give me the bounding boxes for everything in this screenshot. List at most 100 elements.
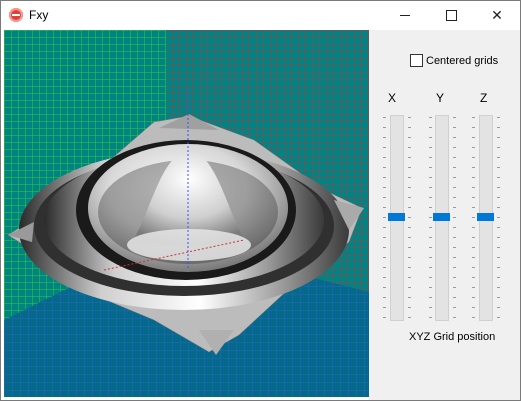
centered-grids-label: Centered grids [426,54,499,67]
slider-tick [453,187,456,188]
slider-tick [453,307,456,308]
y-slider-ticks-right [453,115,456,321]
slider-tick [408,187,411,188]
slider-tick [472,117,475,118]
slider-tick [453,237,456,238]
slider-tick [383,137,386,138]
slider-tick [383,297,386,298]
slider-tick [383,267,386,268]
slider-tick [429,247,432,248]
x-slider[interactable] [388,115,405,321]
slider-tick [497,157,500,158]
slider-tick [408,267,411,268]
slider-tick [497,287,500,288]
slider-tick [408,277,411,278]
slider-tick [472,247,475,248]
slider-tick [497,117,500,118]
slider-tick [408,127,411,128]
slider-tick [453,267,456,268]
z-slider-label: Z [480,91,488,105]
slider-tick [497,297,500,298]
slider-tick [429,187,432,188]
slider-tick [383,317,386,318]
centered-grids-checkbox[interactable] [410,54,423,67]
slider-tick [453,217,456,218]
slider-tick [429,267,432,268]
slider-tick [383,287,386,288]
close-icon: ✕ [491,7,503,24]
slider-tick [453,127,456,128]
slider-tick [497,167,500,168]
x-slider-thumb[interactable] [388,213,405,221]
slider-tick [383,247,386,248]
slider-tick [453,197,456,198]
slider-tick [408,297,411,298]
slider-tick [429,197,432,198]
slider-tick [453,157,456,158]
slider-tick [383,307,386,308]
slider-tick [472,217,475,218]
slider-tick [383,207,386,208]
slider-tick [497,207,500,208]
maximize-button[interactable] [428,1,474,30]
z-slider-thumb[interactable] [477,213,494,221]
slider-tick [408,147,411,148]
slider-tick [472,317,475,318]
slider-tick [383,187,386,188]
slider-tick [497,227,500,228]
slider-tick [472,237,475,238]
title-bar[interactable]: Fxy ✕ [1,1,520,30]
plot-viewport[interactable] [4,30,369,397]
slider-tick [408,157,411,158]
y-slider[interactable] [433,115,450,321]
slider-tick [408,197,411,198]
close-button[interactable]: ✕ [474,1,520,30]
slider-tick [472,197,475,198]
slider-tick [497,137,500,138]
slider-tick [429,307,432,308]
slider-tick [429,257,432,258]
slider-tick [408,137,411,138]
z-slider-ticks-right [497,115,500,321]
slider-tick [383,157,386,158]
slider-tick [472,187,475,188]
slider-tick [383,277,386,278]
slider-tick [497,307,500,308]
x-slider-ticks [383,115,386,321]
slider-tick [497,217,500,218]
slider-tick [429,237,432,238]
slider-tick [497,257,500,258]
slider-tick [429,217,432,218]
slider-tick [408,247,411,248]
slider-tick [383,217,386,218]
slider-tick [472,177,475,178]
slider-tick [453,137,456,138]
slider-tick [453,147,456,148]
slider-tick [429,167,432,168]
slider-tick [497,317,500,318]
minimize-button[interactable] [382,1,428,30]
centered-grids-checkbox-row[interactable]: Centered grids [410,54,498,67]
slider-tick [472,277,475,278]
slider-tick [383,177,386,178]
slider-tick [472,287,475,288]
slider-tick [497,277,500,278]
y-slider-thumb[interactable] [433,213,450,221]
y-slider-ticks [429,115,432,321]
slider-tick [408,207,411,208]
slider-tick [429,227,432,228]
slider-tick [429,207,432,208]
control-panel: Centered grids X Y Z XYZ Grid position [369,30,520,400]
z-slider[interactable] [477,115,494,321]
slider-tick [383,167,386,168]
slider-tick [472,167,475,168]
slider-tick [453,257,456,258]
slider-tick [408,257,411,258]
slider-tick [383,227,386,228]
slider-tick [383,117,386,118]
slider-tick [383,197,386,198]
slider-tick [429,177,432,178]
slider-tick [429,317,432,318]
slider-tick [429,147,432,148]
slider-tick [453,167,456,168]
